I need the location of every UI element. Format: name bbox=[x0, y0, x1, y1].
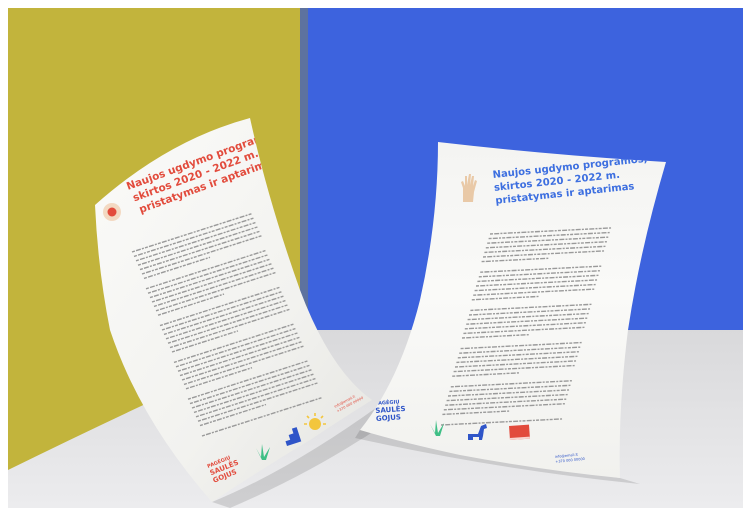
corner-shadow bbox=[300, 8, 308, 336]
scene-canvas: Naujos ugdymo programos, skirtos 2020 - … bbox=[8, 8, 743, 508]
book-icon bbox=[509, 424, 530, 440]
mockup-scene: Naujos ugdymo programos, skirtos 2020 - … bbox=[0, 0, 751, 510]
sun-badge-icon bbox=[103, 203, 121, 221]
